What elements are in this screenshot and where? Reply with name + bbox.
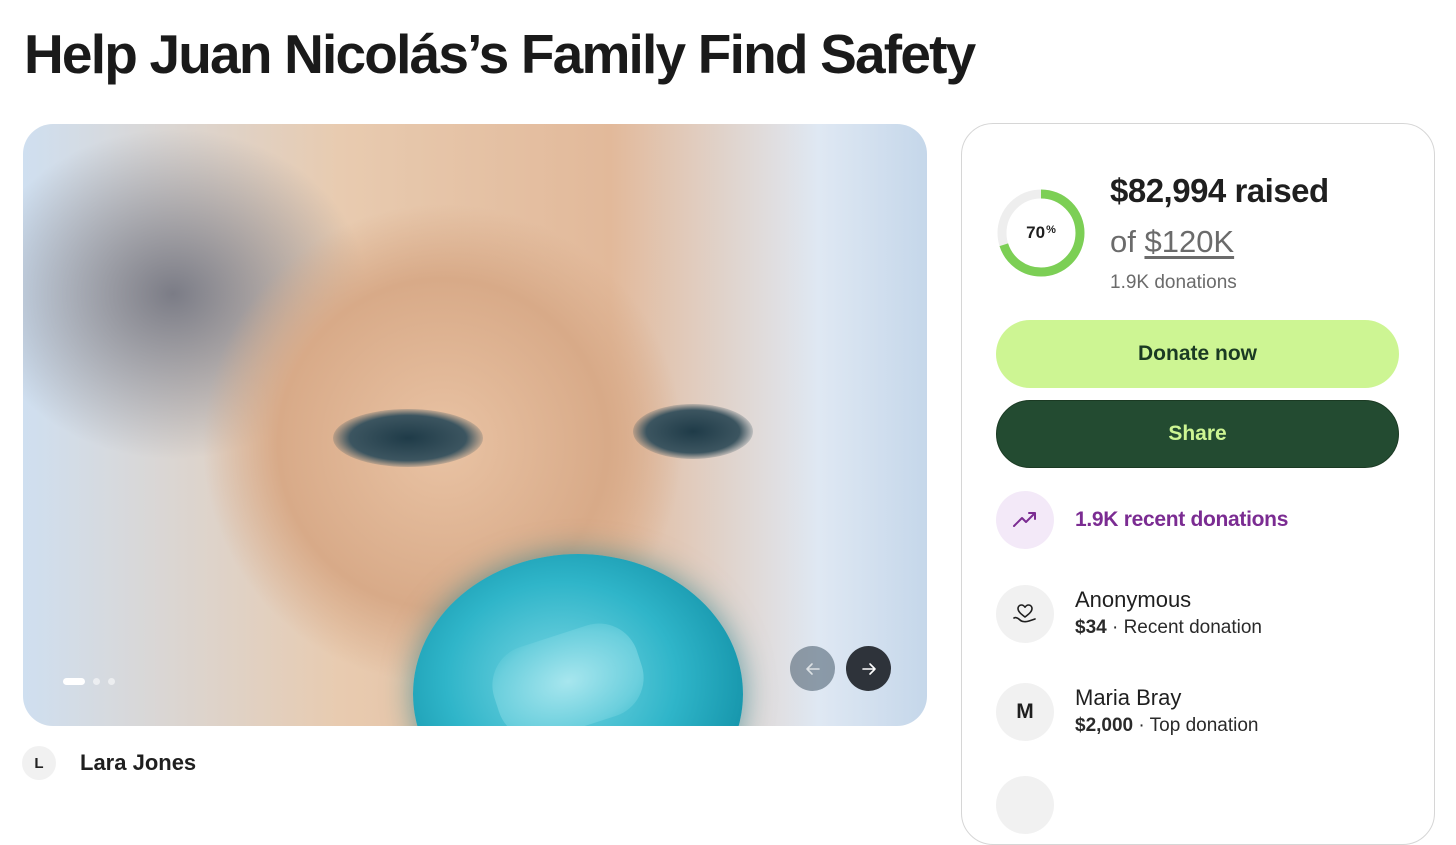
donate-now-button[interactable]: Donate now <box>996 320 1399 388</box>
arrow-left-icon <box>805 662 820 675</box>
donor-note: · Recent donation <box>1106 617 1262 638</box>
carousel-dot-2[interactable] <box>93 678 100 685</box>
share-button[interactable]: Share <box>996 400 1399 468</box>
donor-meta: $34 · Recent donation <box>1075 614 1262 642</box>
donor-avatar: M <box>996 683 1054 741</box>
donor-amount: $34 <box>1075 617 1107 638</box>
progress-percent-label: 70% <box>996 188 1086 278</box>
arrow-right-icon <box>861 662 876 675</box>
donor-note: · Top donation <box>1133 715 1259 736</box>
carousel-next-button[interactable] <box>846 646 891 691</box>
page-title: Help Juan Nicolás’s Family Find Safety <box>24 23 976 85</box>
organizer-avatar: L <box>22 746 56 780</box>
carousel-dot-1[interactable] <box>63 678 85 685</box>
photo-detail-eye-left <box>333 409 483 467</box>
photo-detail-eye-right <box>633 404 753 459</box>
recent-donations-label: 1.9K recent donations <box>1075 508 1289 531</box>
goal-prefix: of <box>1110 224 1145 259</box>
goal-line: of $120K <box>1110 224 1234 260</box>
donor-meta: $2,000 · Top donation <box>1075 712 1258 740</box>
donor-item: Anonymous $34 · Recent donation <box>996 585 1262 643</box>
donation-count: 1.9K donations <box>1110 272 1237 293</box>
progress-percent-symbol: % <box>1046 224 1056 236</box>
donor-avatar <box>996 776 1054 834</box>
donor-name: Anonymous <box>1075 587 1192 612</box>
campaign-photo[interactable] <box>23 124 927 726</box>
carousel-indicator <box>63 678 115 685</box>
heart-hand-icon <box>996 585 1054 643</box>
progress-percent-value: 70 <box>1026 223 1046 242</box>
donor-item-partial <box>996 776 1054 834</box>
donor-item: M Maria Bray $2,000 · Top donation <box>996 683 1258 741</box>
donor-name: Maria Bray <box>1075 685 1182 710</box>
donor-amount: $2,000 <box>1075 715 1134 736</box>
organizer[interactable]: L Lara Jones <box>22 746 196 780</box>
recent-donations-link[interactable]: 1.9K recent donations <box>996 491 1288 549</box>
carousel-prev-button[interactable] <box>790 646 835 691</box>
amount-raised: $82,994 raised <box>1110 172 1329 209</box>
carousel-dot-3[interactable] <box>108 678 115 685</box>
goal-amount-link[interactable]: $120K <box>1144 224 1234 259</box>
organizer-name[interactable]: Lara Jones <box>80 750 196 776</box>
trending-up-icon <box>996 491 1054 549</box>
